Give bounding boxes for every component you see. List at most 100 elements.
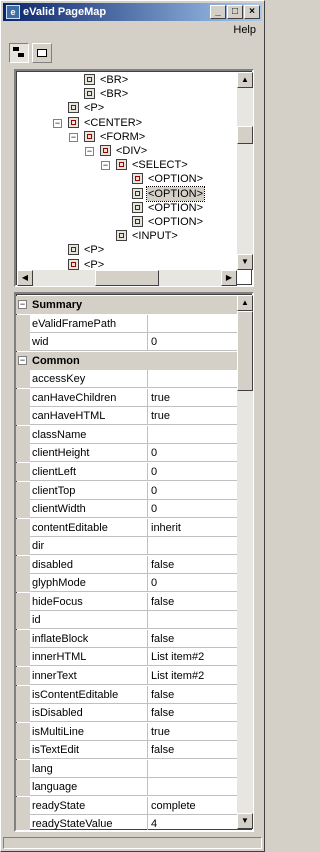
property-row[interactable]: innerHTML List item#2 xyxy=(16,648,242,667)
property-row[interactable]: readyState complete xyxy=(16,796,242,815)
property-row[interactable]: lang xyxy=(16,759,242,778)
property-value[interactable]: true xyxy=(151,726,239,738)
category-row[interactable]: − Summary xyxy=(16,296,242,314)
column-divider[interactable] xyxy=(147,425,148,444)
property-value[interactable]: false xyxy=(151,559,239,571)
column-divider[interactable] xyxy=(147,537,148,556)
collapse-icon[interactable]: − xyxy=(101,161,110,171)
property-row[interactable]: canHaveChildren true xyxy=(16,388,242,407)
column-divider[interactable] xyxy=(147,314,148,333)
property-row[interactable]: readyStateValue 4 xyxy=(16,815,242,830)
property-row[interactable]: innerText List item#2 xyxy=(16,667,242,685)
column-divider[interactable] xyxy=(147,667,148,685)
scroll-left-icon[interactable]: ◀ xyxy=(17,270,33,286)
property-value[interactable]: false xyxy=(151,633,239,645)
category-row[interactable]: − Common xyxy=(16,351,242,370)
property-row[interactable]: accessKey xyxy=(16,370,242,389)
property-value[interactable]: false xyxy=(151,689,239,701)
tree-vertical-scrollbar[interactable]: ▲ ▼ xyxy=(237,72,253,270)
column-divider[interactable] xyxy=(147,722,148,741)
property-row[interactable]: id xyxy=(16,611,242,630)
tree-view-button[interactable] xyxy=(9,43,29,63)
property-row[interactable]: clientHeight 0 xyxy=(16,444,242,463)
property-value[interactable]: List item#2 xyxy=(151,651,239,663)
column-divider[interactable] xyxy=(147,370,148,389)
column-divider[interactable] xyxy=(147,462,148,481)
maximize-button[interactable]: □ xyxy=(227,5,243,19)
property-value[interactable]: complete xyxy=(151,800,239,812)
property-value[interactable]: false xyxy=(151,707,239,719)
collapse-icon[interactable]: − xyxy=(18,300,27,309)
tree-horizontal-scrollbar[interactable]: ◀ ▶ xyxy=(17,270,237,286)
property-value[interactable]: false xyxy=(151,744,239,756)
props-scroll-up-icon[interactable]: ▲ xyxy=(237,295,253,311)
property-row[interactable]: isTextEdit false xyxy=(16,741,242,760)
column-divider[interactable] xyxy=(147,629,148,648)
property-row[interactable]: isMultiLine true xyxy=(16,722,242,741)
property-value[interactable]: true xyxy=(151,410,239,422)
property-row[interactable]: wid 0 xyxy=(16,333,242,352)
tree-scroll-thumb[interactable] xyxy=(237,126,253,144)
property-view-button[interactable] xyxy=(32,43,52,63)
column-divider[interactable] xyxy=(147,518,148,537)
collapse-icon[interactable]: − xyxy=(53,118,62,128)
column-divider[interactable] xyxy=(147,815,148,830)
column-divider[interactable] xyxy=(147,333,148,352)
property-row[interactable]: isDisabled false xyxy=(16,704,242,723)
scroll-up-icon[interactable]: ▲ xyxy=(237,72,253,88)
minimize-button[interactable]: _ xyxy=(210,5,226,19)
scroll-right-icon[interactable]: ▶ xyxy=(221,270,237,286)
column-divider[interactable] xyxy=(147,407,148,426)
menu-help[interactable]: Help xyxy=(233,24,256,36)
property-value[interactable]: List item#2 xyxy=(151,670,239,682)
property-value[interactable]: 0 xyxy=(151,466,239,478)
property-row[interactable]: className xyxy=(16,425,242,444)
column-divider[interactable] xyxy=(147,388,148,407)
collapse-icon[interactable]: − xyxy=(69,132,78,142)
column-divider[interactable] xyxy=(147,704,148,723)
column-divider[interactable] xyxy=(147,648,148,667)
title-bar[interactable]: e eValid PageMap _ □ × xyxy=(3,3,262,21)
props-vertical-scrollbar[interactable]: ▲ ▼ xyxy=(237,295,253,829)
column-divider[interactable] xyxy=(147,778,148,797)
property-value[interactable]: 0 xyxy=(151,577,239,589)
property-row[interactable]: dir xyxy=(16,537,242,556)
property-row[interactable]: inflateBlock false xyxy=(16,629,242,648)
column-divider[interactable] xyxy=(147,796,148,815)
dom-tree-view[interactable]: <BR> <BR> <P> − <CENTER> − <FORM> − <DIV> − <SELEC… xyxy=(14,69,254,287)
property-row[interactable]: clientWidth 0 xyxy=(16,500,242,519)
tree-hscroll-thumb[interactable] xyxy=(95,270,159,286)
collapse-icon[interactable]: − xyxy=(18,355,27,365)
collapse-icon[interactable]: − xyxy=(85,147,94,156)
column-divider[interactable] xyxy=(147,685,148,704)
property-row[interactable]: hideFocus false xyxy=(16,592,242,611)
property-value[interactable]: 0 xyxy=(151,447,239,459)
property-row[interactable]: isContentEditable false xyxy=(16,685,242,704)
property-row[interactable]: language xyxy=(16,778,242,797)
column-divider[interactable] xyxy=(147,592,148,611)
property-value[interactable]: 0 xyxy=(151,336,239,348)
column-divider[interactable] xyxy=(147,481,148,500)
close-button[interactable]: × xyxy=(244,5,260,19)
property-value[interactable]: true xyxy=(151,392,239,404)
property-grid[interactable]: − Summary eValidFramePath wid 0− Common access… xyxy=(14,292,254,832)
property-row[interactable]: canHaveHTML true xyxy=(16,407,242,426)
column-divider[interactable] xyxy=(147,555,148,574)
property-row[interactable]: disabled false xyxy=(16,555,242,574)
property-row[interactable]: eValidFramePath xyxy=(16,314,242,333)
property-value[interactable]: inherit xyxy=(151,522,239,534)
property-row[interactable]: contentEditable inherit xyxy=(16,518,242,537)
column-divider[interactable] xyxy=(147,574,148,593)
property-row[interactable]: glyphMode 0 xyxy=(16,574,242,593)
props-scroll-thumb[interactable] xyxy=(237,311,253,391)
property-value[interactable]: 0 xyxy=(151,485,239,497)
column-divider[interactable] xyxy=(147,444,148,463)
column-divider[interactable] xyxy=(147,500,148,519)
property-row[interactable]: clientTop 0 xyxy=(16,481,242,500)
property-value[interactable]: 4 xyxy=(151,818,239,830)
property-value[interactable]: 0 xyxy=(151,503,239,515)
column-divider[interactable] xyxy=(147,759,148,778)
column-divider[interactable] xyxy=(147,611,148,630)
props-scroll-down-icon[interactable]: ▼ xyxy=(237,813,253,829)
property-value[interactable]: false xyxy=(151,596,239,608)
